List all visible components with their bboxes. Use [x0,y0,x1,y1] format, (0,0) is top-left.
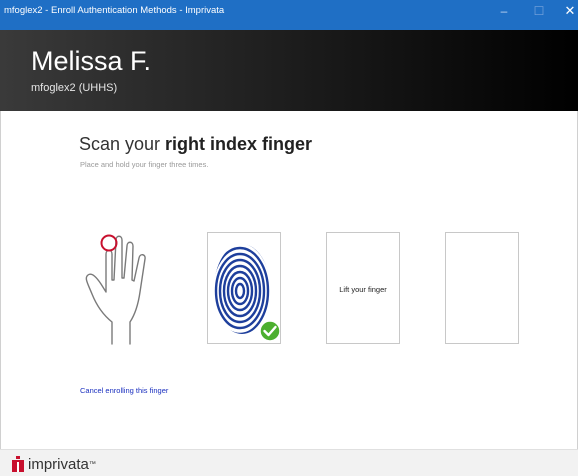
target-finger-marker [100,234,118,252]
heading-prefix: Scan your [79,134,166,154]
footer: imprivata ™ [0,449,578,476]
lift-finger-text: Lift your finger [339,285,387,294]
instruction-text: Place and hold your finger three times. [80,160,209,169]
maximize-button[interactable]: ☐ [531,4,547,18]
imprivata-logo-icon [12,456,24,472]
minimize-button[interactable]: – [496,4,512,18]
scan-slot-1 [207,232,281,344]
page-heading: Scan your right index finger [79,134,312,155]
scan-slot-2: Lift your finger [326,232,400,344]
fingerprint-icon [214,244,281,342]
logo-text: imprivata [28,455,89,473]
scan-slot-3 [445,232,519,344]
title-bar: mfoglex2 - Enroll Authentication Methods… [0,0,578,30]
user-account: mfoglex2 (UHHS) [31,82,118,94]
user-header: Melissa F. mfoglex2 (UHHS) [0,30,578,111]
close-button[interactable]: ✕ [562,4,578,18]
cancel-enroll-link[interactable]: Cancel enrolling this finger [80,386,168,395]
logo-trademark: ™ [88,460,96,468]
window-title: mfoglex2 - Enroll Authentication Methods… [4,5,225,16]
heading-finger: right index finger [165,134,313,154]
imprivata-logo: imprivata ™ [11,454,96,474]
checkmark-icon [259,320,281,342]
hand-icon [85,234,146,345]
user-name: Melissa F. [31,46,152,76]
